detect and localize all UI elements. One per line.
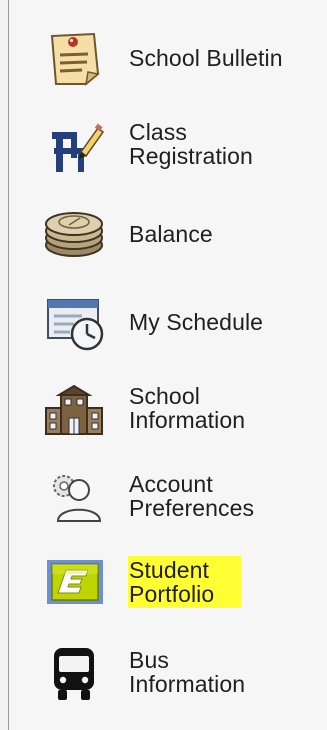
nav-item-class-registration[interactable]: Class Registration <box>9 114 327 178</box>
portfolio-e-icon <box>42 552 106 616</box>
nav-item-school-information[interactable]: School Information <box>9 378 327 442</box>
nav-label: Student Portfolio <box>129 557 215 607</box>
nav-label: Account Preferences <box>129 471 255 521</box>
user-gear-icon <box>42 466 106 530</box>
bulletin-note-icon <box>42 26 106 90</box>
desk-pencil-icon <box>42 114 106 178</box>
nav-item-bus-information[interactable]: Bus Information <box>9 642 327 706</box>
nav-item-account-preferences[interactable]: Account Preferences <box>9 466 327 530</box>
nav-label: Bus Information <box>129 647 246 697</box>
nav-label: School Information <box>129 383 246 433</box>
nav-label: My Schedule <box>129 309 264 335</box>
calendar-clock-icon <box>42 290 106 354</box>
nav-item-my-schedule[interactable]: My Schedule <box>9 290 327 354</box>
nav-label: Balance <box>129 221 213 247</box>
navigation-panel: School Bulletin Class Registration Balan… <box>8 0 327 730</box>
nav-label: Class Registration <box>129 119 253 169</box>
nav-item-balance[interactable]: Balance <box>9 202 327 266</box>
coin-stack-icon <box>42 202 106 266</box>
bus-icon <box>42 642 106 706</box>
nav-item-school-bulletin[interactable]: School Bulletin <box>9 26 327 90</box>
nav-label: School Bulletin <box>129 45 283 71</box>
school-building-icon <box>42 378 106 442</box>
nav-item-student-portfolio[interactable]: Student Portfolio <box>9 552 327 616</box>
